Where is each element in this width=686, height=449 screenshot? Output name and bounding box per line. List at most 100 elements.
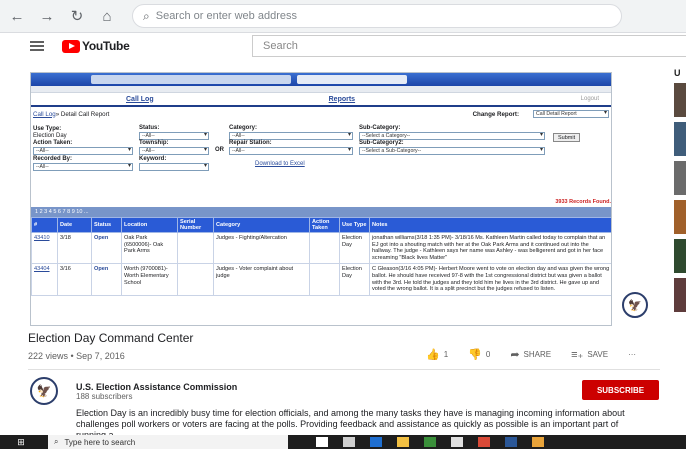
channel-name[interactable]: U.S. Election Assistance Commission [76,382,237,392]
nav-reports: Reports [328,95,356,103]
submit-button: Submit [553,133,581,142]
chrome-icon[interactable] [532,437,544,447]
row-location: Worth (9700081)- Worth Elementary School [121,263,178,296]
save-button[interactable]: ≡₊ SAVE [571,348,618,361]
taskbar-search[interactable]: ⌕ Type here to search [48,435,288,449]
refresh-icon[interactable]: ↻ [64,3,90,29]
share-icon: ➦ [510,349,520,361]
embedded-browser-menu [31,86,611,93]
youtube-search-input[interactable]: Search [252,35,686,57]
col-id: # [31,217,58,233]
subcategory2-filter: Sub-Category2: --Select a Sub-Category-- [359,140,545,155]
related-thumbnail[interactable] [674,122,686,156]
row-serial [177,263,214,296]
video-meta: 222 views • Sep 7, 2016 [28,351,125,361]
change-report-select: Call Detail Report [533,110,609,118]
menu-icon[interactable] [30,39,44,53]
address-bar[interactable]: ⌕ Search or enter web address [132,4,622,28]
row-notes: C Gleason(3/16 4:05 PM)- Herbert Moore w… [369,263,611,296]
use-type: Use Type: Election Day [33,126,67,139]
excel-icon[interactable] [424,437,436,447]
thumbs-down-icon: 👎 [468,349,482,361]
related-thumbnail[interactable] [674,83,686,117]
word-icon[interactable] [505,437,517,447]
youtube-brand: YouTube [82,39,130,53]
download-excel-link: Download to Excel [255,161,305,167]
related-thumbnail[interactable] [674,239,686,273]
channel-avatar[interactable]: 🦅 [30,377,58,405]
pager: 1 2 3 4 5 6 7 8 9 10 ... [31,207,611,217]
related-thumbnail[interactable] [674,161,686,195]
thumbs-up-icon: 👍 [426,349,440,361]
col-use-type: Use Type [339,217,370,233]
video-description: Election Day is an incredibly busy time … [76,408,625,438]
edge-icon[interactable] [370,437,382,447]
video-frame: Call Log Reports Logout Call Log » Detai… [30,72,612,326]
row-category: Judges - Fighting/Altercation [213,231,310,265]
repair-station-filter: Repair Station: --All-- [229,140,353,155]
search-icon: ⌕ [143,8,150,23]
category-filter: Category: --All-- [229,125,353,140]
row-date: 3/18 [57,231,92,265]
play-logo-icon [62,39,80,53]
filter-panel: Use Type:Election Day Status:--All-- Cat… [31,121,611,179]
youtube-logo[interactable]: YouTube [62,39,130,53]
share-button[interactable]: ➦ SHARE [510,348,561,361]
keyword-filter: Keyword: [139,156,209,173]
task-view-icon[interactable] [343,437,355,447]
table-row: 43404 3/16 Open Worth (9700081)- Worth E… [31,263,611,296]
subcategory-filter: Sub-Category: --Select a Category-- [359,125,545,140]
taskbar-apps [316,437,559,447]
forward-icon[interactable]: → [34,3,60,29]
row-location: Oak Park (6500006)- Oak Park Arms [121,231,178,265]
eac-seal-watermark-icon: 🦅 [622,292,648,318]
file-explorer-icon[interactable] [397,437,409,447]
more-button[interactable]: ··· [628,350,636,359]
col-status: Status [91,217,122,233]
col-notes: Notes [369,217,611,233]
store-icon[interactable] [451,437,463,447]
related-thumbnail[interactable] [674,278,686,312]
breadcrumb-link: Call Log [33,110,56,118]
breadcrumb-rest: » Detail Call Report [55,110,110,118]
table-header-row: # Date Status Location Serial Number Cat… [31,217,611,233]
browser-toolbar: ← → ↻ ⌂ ⌕ Search or enter web address [0,0,686,33]
back-icon[interactable]: ← [4,3,30,29]
col-action: Action Taken [309,217,340,233]
records-found: 3933 Records Found. [555,199,611,205]
related-sidebar: U [674,68,686,433]
row-serial [177,231,214,265]
app-nav: Call Log Reports Logout [31,93,611,107]
subscribe-button[interactable]: SUBSCRIBE [582,380,659,400]
windows-taskbar: ⊞ ⌕ Type here to search [0,435,686,449]
row-id: 43404 [31,263,58,296]
nav-logout: Logout [580,96,599,102]
youtube-header: YouTube Search [0,33,686,59]
video-actions: 👍 1 👎 0 ➦ SHARE ≡₊ SAVE ··· [426,348,646,361]
video-title: Election Day Command Center [28,331,194,345]
action-taken-filter: Action Taken: --All-- [33,140,133,155]
or-label: OR [215,147,224,153]
like-button[interactable]: 👍 1 [426,348,458,361]
nav-call-log: Call Log [126,95,154,103]
call-log-table: # Date Status Location Serial Number Cat… [31,217,611,296]
playlist-add-icon: ≡₊ [571,349,584,361]
row-category: Judges - Voter complaint about judge [213,263,310,296]
dislike-button[interactable]: 👎 0 [468,348,500,361]
app-icon[interactable] [478,437,490,447]
subscriber-count: 188 subscribers [76,392,133,401]
table-row: 43410 3/18 Open Oak Park (6500006)- Oak … [31,231,611,265]
home-icon[interactable]: ⌂ [94,3,120,29]
related-thumbnail[interactable] [674,200,686,234]
row-action [309,231,340,265]
search-icon: ⌕ [54,437,59,446]
row-notes: jonathan williams(3/18 1:35 PM)- 3/18/16… [369,231,611,265]
video-player[interactable]: Call Log Reports Logout Call Log » Detai… [28,68,664,326]
row-date: 3/16 [57,263,92,296]
cortana-icon[interactable] [316,437,328,447]
township-filter: Township: --All-- [139,140,209,155]
embedded-browser-titlebar [31,73,611,86]
sidebar-label: U [674,68,681,78]
windows-start-icon[interactable]: ⊞ [14,435,28,449]
col-location: Location [121,217,178,233]
